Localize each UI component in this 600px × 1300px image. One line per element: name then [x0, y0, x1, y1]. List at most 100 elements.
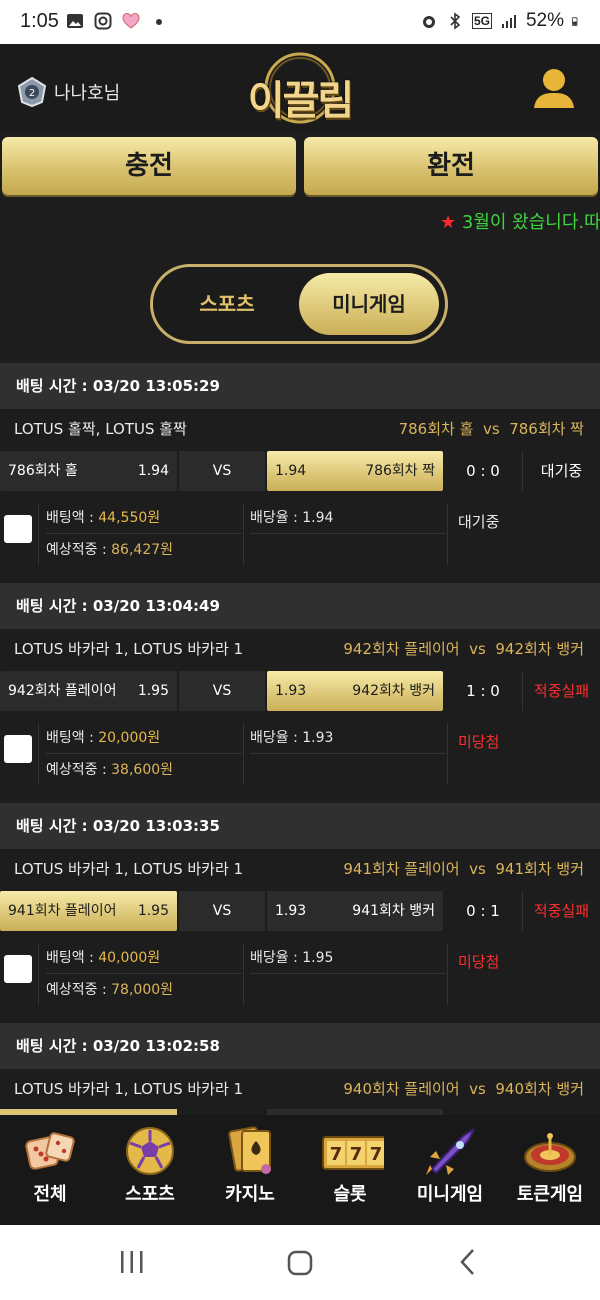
rank-badge-icon: 2	[17, 76, 47, 108]
expected-amount: 86,427원	[111, 542, 174, 558]
status-label: 적중실패	[522, 671, 600, 711]
charge-button[interactable]: 충전	[2, 137, 296, 195]
game-versus: 941회차 플레이어 vs 941회차 뱅커	[343, 860, 584, 878]
game-name: LOTUS 바카라 1, LOTUS 바카라 1	[14, 640, 244, 658]
dice-icon	[25, 1132, 75, 1170]
recent-apps-icon[interactable]	[118, 1249, 146, 1275]
select-checkbox[interactable]	[4, 515, 32, 543]
back-icon[interactable]	[456, 1247, 480, 1277]
bottom-nav: 전체 스포츠 카지노 7 7 7 슬롯 미니게임 토큰게임	[0, 1115, 600, 1225]
home-icon[interactable]	[286, 1249, 314, 1277]
game-name: LOTUS 바카라 1, LOTUS 바카라 1	[14, 860, 244, 878]
vs-label: VS	[179, 451, 265, 491]
bet-amount: 20,000원	[98, 730, 161, 746]
odds-rate: 1.94	[302, 510, 334, 526]
bet-amount: 40,000원	[98, 950, 161, 966]
signal-icon	[501, 15, 516, 28]
heart-icon	[122, 13, 140, 29]
odds-row: 941회차 플레이어 1.95 VS 1.93 941회차 뱅커 0 : 1 적중실…	[0, 889, 600, 933]
nav-slot[interactable]: 7 7 7 슬롯	[300, 1115, 400, 1225]
bet-time: 배팅 시간 : 03/20 13:04:49	[0, 583, 600, 629]
bet-time: 배팅 시간 : 03/20 13:03:35	[0, 803, 600, 849]
odds-rate: 1.95	[302, 950, 334, 966]
status-label: 적중실패	[522, 891, 600, 931]
game-name: LOTUS 홀짝, LOTUS 홀짝	[14, 420, 187, 438]
nav-all[interactable]: 전체	[0, 1115, 100, 1225]
nav-label: 카지노	[225, 1184, 275, 1205]
battery-percent: 52%	[525, 10, 564, 31]
odds-row: 786회차 홀 1.94 VS 1.94 786회차 짝 0 : 0 대기중	[0, 449, 600, 493]
soccer-ball-icon	[126, 1127, 174, 1175]
logo-text: 이끌림	[247, 78, 354, 124]
game-versus: 786회차 홀 vs 786회차 짝	[398, 420, 584, 438]
gallery-icon	[67, 14, 83, 28]
vs-label: VS	[179, 891, 265, 931]
alarm-icon	[422, 16, 435, 28]
instagram-icon	[94, 12, 112, 30]
nav-label: 전체	[33, 1184, 67, 1205]
status-bar: 1:05 5G 52%	[0, 0, 600, 44]
svg-text:7: 7	[370, 1144, 383, 1165]
user-info[interactable]: 2 나나호님	[16, 76, 120, 108]
nav-label: 토큰게임	[516, 1184, 584, 1205]
tab-minigame[interactable]: 미니게임	[299, 273, 439, 335]
score: 0 : 0	[466, 462, 500, 480]
bet-detail: 배팅액 : 40,000원 배당율 : 1.95 예상적중 : 78,000원 …	[0, 933, 600, 1013]
bet-detail: 배팅액 : 20,000원 배당율 : 1.93 예상적중 : 38,600원 …	[0, 713, 600, 793]
nav-label: 스포츠	[125, 1184, 175, 1205]
username: 나나호님	[54, 83, 121, 104]
roulette-icon	[524, 1133, 576, 1172]
site-logo[interactable]: 이끌림	[240, 48, 360, 128]
right-option[interactable]: 1.94 786회차 짝	[267, 451, 443, 491]
bet-card: 배팅 시간 : 03/20 13:04:49 LOTUS 바카라 1, LOTU…	[0, 583, 600, 793]
right-option[interactable]: 1.93 941회차 뱅커	[267, 891, 443, 931]
profile-icon[interactable]	[532, 66, 576, 112]
nav-casino[interactable]: 카지노	[200, 1115, 300, 1225]
cards-icon	[228, 1126, 271, 1174]
expected-amount: 38,600원	[111, 762, 174, 778]
tab-sports[interactable]: 스포츠	[153, 267, 301, 341]
notice-text: 3월이 왔습니다.따	[461, 212, 600, 233]
bet-time: 배팅 시간 : 03/20 13:02:58	[0, 1023, 600, 1069]
expected-amount: 78,000원	[111, 982, 174, 998]
status-label: 대기중	[522, 451, 600, 491]
notice-marquee: ★ 3월이 왔습니다.따	[440, 208, 600, 236]
game-versus: 940회차 플레이어 vs 940회차 뱅커	[343, 1080, 584, 1098]
nav-sports[interactable]: 스포츠	[100, 1115, 200, 1225]
select-checkbox[interactable]	[4, 955, 32, 983]
dot-icon	[156, 19, 162, 25]
slot-777-icon: 7 7 7	[322, 1136, 384, 1170]
status-time: 1:05	[20, 10, 59, 32]
score: 1 : 0	[466, 682, 500, 700]
network-type: 5G	[471, 13, 492, 29]
bet-card: 배팅 시간 : 03/20 13:05:29 LOTUS 홀짝, LOTUS 홀…	[0, 363, 600, 573]
right-option[interactable]: 1.93 942회차 뱅커	[267, 671, 443, 711]
exchange-button[interactable]: 환전	[304, 137, 598, 195]
left-option[interactable]: 942회차 플레이어 1.95	[0, 671, 177, 711]
bet-time: 배팅 시간 : 03/20 13:05:29	[0, 363, 600, 409]
bet-detail: 배팅액 : 44,550원 배당율 : 1.94 예상적중 : 86,427원 …	[0, 493, 600, 573]
bet-card: 배팅 시간 : 03/20 13:02:58 LOTUS 바카라 1, LOTU…	[0, 1023, 600, 1115]
nav-token-game[interactable]: 토큰게임	[500, 1115, 600, 1225]
result-label: 대기중	[458, 513, 500, 531]
svg-text:7: 7	[350, 1144, 363, 1165]
system-nav-bar	[0, 1225, 600, 1300]
nav-label: 슬롯	[333, 1184, 367, 1205]
svg-text:7: 7	[330, 1144, 343, 1165]
odds-rate: 1.93	[302, 730, 334, 746]
top-header: 2 나나호님 이끌림	[0, 44, 600, 132]
left-option[interactable]: 941회차 플레이어 1.95	[0, 891, 177, 931]
app-root: 1:05 5G 52% 2 나나호님 이끌림 충전 환전 ★ 3월이 왔습니다.…	[0, 0, 600, 1300]
bluetooth-icon	[450, 12, 461, 30]
result-label: 미당첨	[458, 953, 500, 971]
game-name: LOTUS 바카라 1, LOTUS 바카라 1	[14, 1080, 244, 1098]
select-checkbox[interactable]	[4, 735, 32, 763]
svg-text:2: 2	[29, 88, 35, 99]
game-versus: 942회차 플레이어 vs 942회차 뱅커	[343, 640, 584, 658]
left-option[interactable]: 786회차 홀 1.94	[0, 451, 177, 491]
rocket-icon	[426, 1128, 475, 1175]
score: 0 : 1	[466, 902, 500, 920]
category-toggle: 스포츠 미니게임	[150, 264, 448, 344]
nav-minigame[interactable]: 미니게임	[400, 1115, 500, 1225]
battery-icon	[572, 17, 578, 26]
